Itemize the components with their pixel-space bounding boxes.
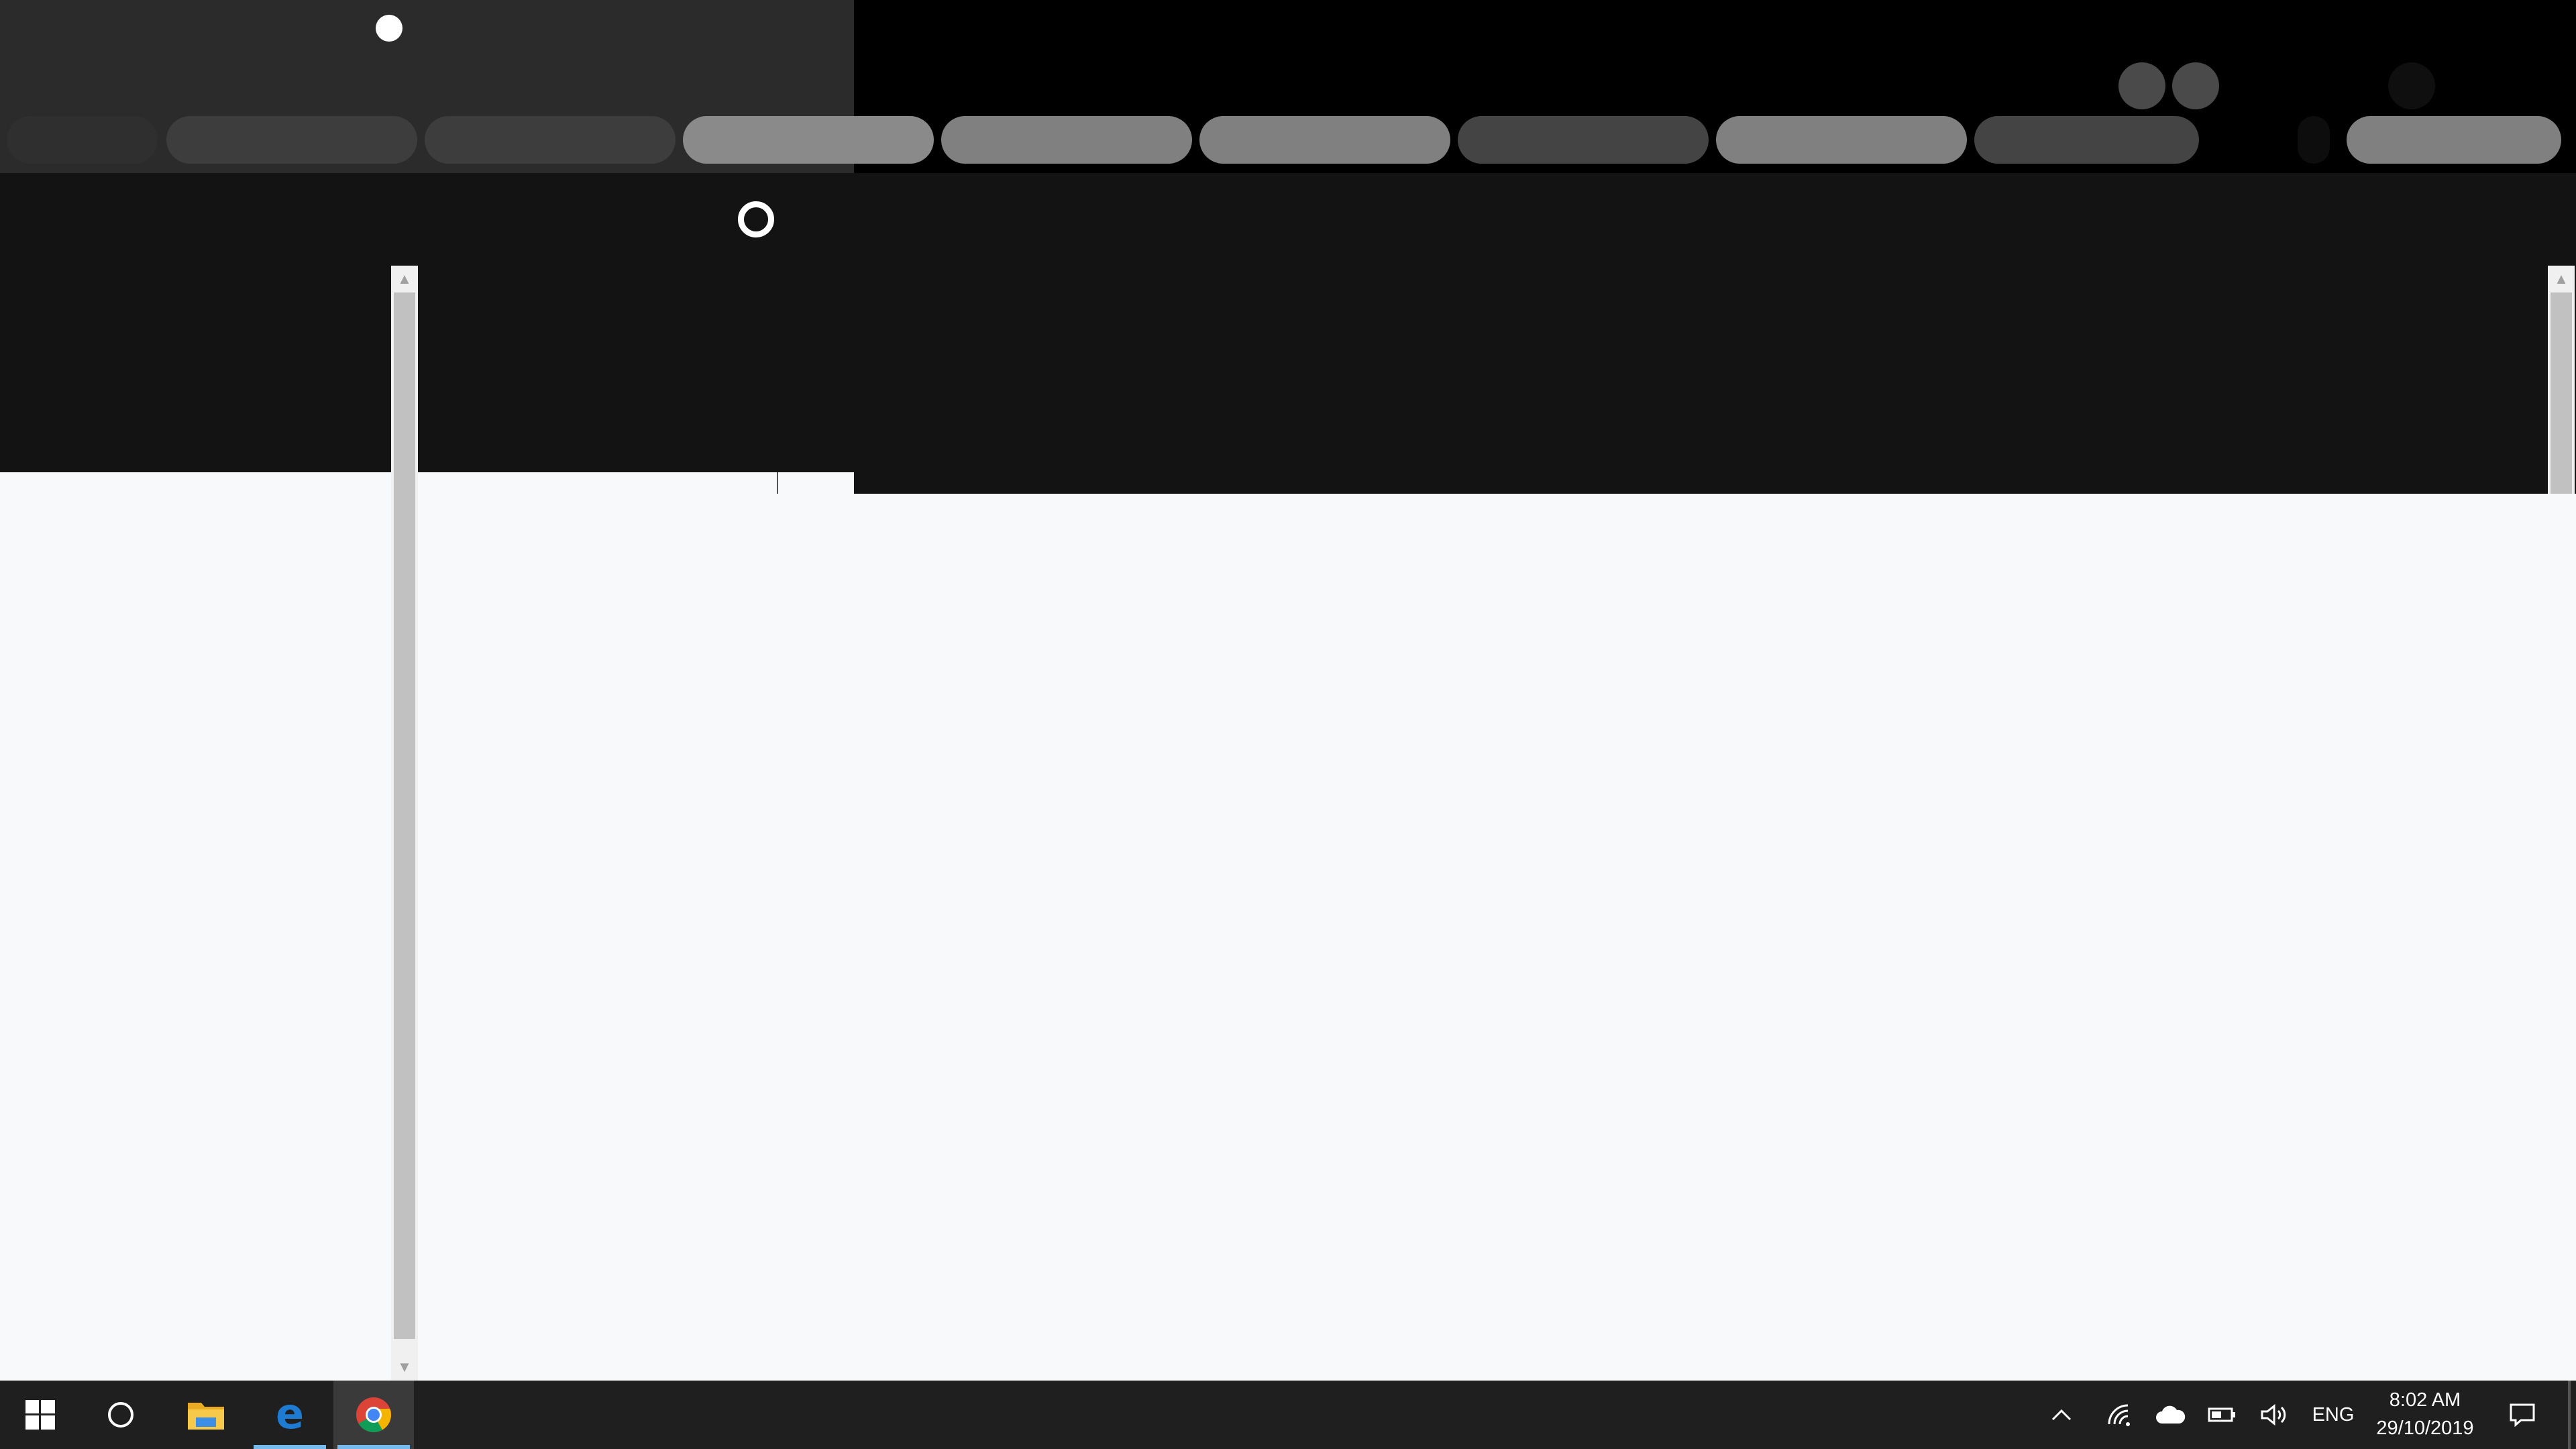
- cloud-icon: [2156, 1405, 2186, 1424]
- tab-10[interactable]: [2347, 116, 2561, 164]
- scrollbar-thumb[interactable]: [2551, 292, 2572, 494]
- running-indicator: [254, 1445, 326, 1449]
- window-control-button-3[interactable]: [2388, 62, 2435, 109]
- tab-7[interactable]: [1458, 116, 1709, 164]
- show-desktop-button[interactable]: [2568, 1381, 2571, 1449]
- edge-button[interactable]: e: [250, 1381, 330, 1449]
- scrollbar-thumb[interactable]: [394, 292, 415, 1339]
- window-control-small[interactable]: [2298, 116, 2330, 164]
- chrome-button[interactable]: [333, 1381, 414, 1449]
- svg-text:e: e: [276, 1396, 304, 1434]
- battery-button[interactable]: [2202, 1381, 2242, 1449]
- speaker-icon: [2261, 1403, 2286, 1426]
- light-panel-left: [0, 472, 854, 494]
- left-panel-scrollbar[interactable]: ▲ ▼: [391, 266, 418, 1381]
- chrome-icon: [356, 1397, 392, 1432]
- chevron-up-icon: [2051, 1409, 2072, 1421]
- tab-9[interactable]: [1974, 116, 2199, 164]
- window-control-button-2[interactable]: [2172, 62, 2219, 109]
- tab-3[interactable]: [425, 116, 676, 164]
- start-button[interactable]: [0, 1381, 80, 1449]
- tab-8[interactable]: [1716, 116, 1967, 164]
- cursor-ring-icon: [738, 201, 774, 237]
- edge-icon: e: [276, 1396, 304, 1434]
- tab-1[interactable]: [7, 116, 158, 164]
- tab-2[interactable]: [166, 116, 417, 164]
- volume-button[interactable]: [2254, 1381, 2294, 1449]
- tab-6[interactable]: [1199, 116, 1450, 164]
- network-button[interactable]: [2100, 1381, 2140, 1449]
- dark-header-region: [0, 173, 2576, 494]
- scroll-up-arrow-icon[interactable]: ▲: [2548, 266, 2575, 292]
- show-hidden-icons-button[interactable]: [2046, 1381, 2077, 1449]
- main-scrollbar[interactable]: ▲: [2548, 266, 2575, 494]
- clock-time: 8:02 AM: [2389, 1389, 2461, 1411]
- action-center-button[interactable]: [2502, 1381, 2542, 1449]
- top-dot-indicator: [376, 15, 402, 42]
- clock-date: 29/10/2019: [2376, 1417, 2474, 1439]
- notification-icon: [2510, 1403, 2535, 1427]
- onedrive-button[interactable]: [2151, 1381, 2191, 1449]
- scroll-down-arrow-icon[interactable]: ▼: [391, 1354, 418, 1381]
- folder-icon: [188, 1403, 224, 1430]
- battery-icon: [2208, 1407, 2235, 1422]
- tab-5[interactable]: [941, 116, 1192, 164]
- active-indicator: [337, 1445, 410, 1449]
- clock[interactable]: 8:02 AM 29/10/2019: [2361, 1382, 2489, 1448]
- divider-line: [777, 472, 778, 494]
- cortana-circle-icon: [108, 1402, 133, 1428]
- tab-4[interactable]: [683, 116, 934, 164]
- wifi-icon: [2108, 1404, 2130, 1426]
- scroll-up-arrow-icon[interactable]: ▲: [391, 266, 418, 292]
- taskbar: e ENG: [0, 1381, 2576, 1449]
- file-explorer-button[interactable]: [166, 1381, 246, 1449]
- language-indicator[interactable]: ENG: [2304, 1381, 2363, 1449]
- windows-logo-icon: [25, 1400, 55, 1430]
- language-label: ENG: [2312, 1403, 2355, 1426]
- cortana-button[interactable]: [80, 1381, 161, 1449]
- window-control-button-1[interactable]: [2118, 62, 2165, 109]
